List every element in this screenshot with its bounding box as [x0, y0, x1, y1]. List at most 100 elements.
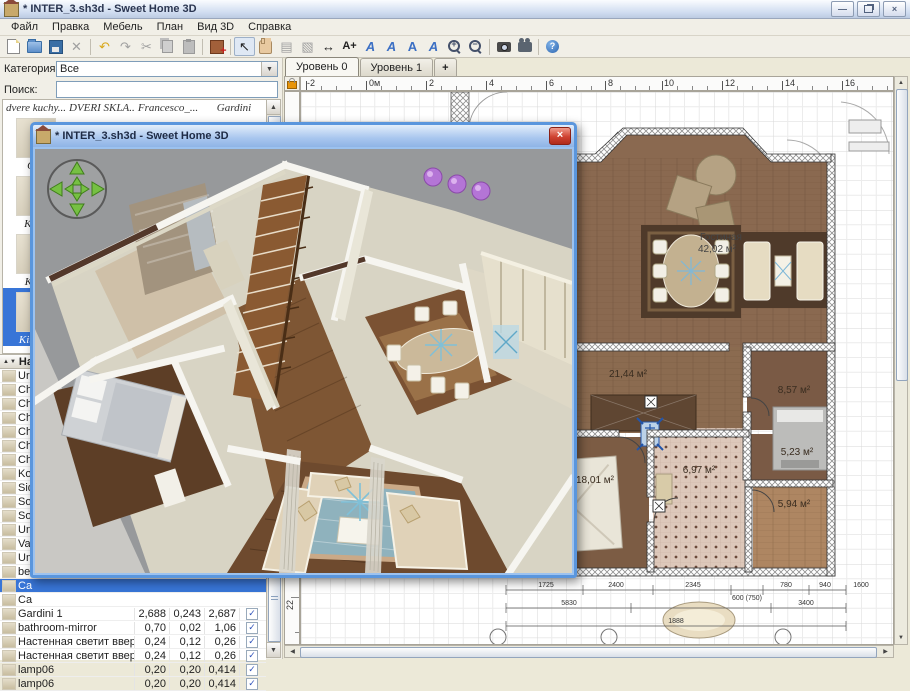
- new-file-button[interactable]: [3, 37, 24, 56]
- zoom-in-button[interactable]: +: [444, 37, 465, 56]
- furniture-mini-icon: [2, 468, 16, 480]
- menu-furniture[interactable]: Мебель: [96, 19, 149, 35]
- lock-icon: [287, 81, 297, 89]
- furniture-mini-icon: [2, 398, 16, 410]
- scroll-right-icon[interactable]: ▶: [879, 647, 892, 656]
- catalog-item-label[interactable]: dvere kuchy...: [3, 102, 69, 114]
- visible-checkbox[interactable]: ✓: [246, 608, 258, 620]
- add-furniture-button[interactable]: [206, 37, 227, 56]
- catalog-item-label[interactable]: Gardini: [201, 102, 267, 114]
- select-tool-button[interactable]: ↖: [234, 37, 255, 56]
- furniture-row[interactable]: Настенная светит вверх0,240,120,26✓: [0, 649, 266, 663]
- menu-bar: Файл Правка Мебель План Вид 3D Справка: [0, 19, 910, 36]
- plan-vertical-scrollbar[interactable]: ▲ ▼: [894, 76, 908, 645]
- plan-horizontal-scrollbar[interactable]: ◀ ▶: [284, 645, 894, 658]
- copy-icon: [162, 40, 173, 53]
- furniture-row[interactable]: lamp060,200,200,414✓: [0, 663, 266, 677]
- application-window: { "window": { "title": "* INTER_3.sh3d -…: [0, 0, 910, 659]
- menu-help[interactable]: Справка: [241, 19, 298, 35]
- dimension-label: 3400: [798, 600, 814, 607]
- furniture-mini-icon: [2, 524, 16, 536]
- combo-arrow-icon[interactable]: ▼: [261, 62, 277, 76]
- menu-plan[interactable]: План: [150, 19, 191, 35]
- add-level-tab[interactable]: +: [434, 58, 456, 76]
- toolbar-separator: [489, 39, 490, 55]
- visible-checkbox[interactable]: ✓: [246, 678, 258, 690]
- furniture-row[interactable]: bathroom-mirror0,700,021,06✓: [0, 621, 266, 635]
- close-button[interactable]: ×: [883, 1, 906, 17]
- undo-button[interactable]: ↶: [94, 37, 115, 56]
- scroll-up-icon[interactable]: ▲: [267, 100, 280, 115]
- room-area: 18,01 м²: [576, 475, 615, 486]
- furniture-row[interactable]: Gardini 12,6880,2432,687✓: [0, 607, 266, 621]
- furniture-row[interactable]: Ca: [0, 593, 266, 607]
- title-bar[interactable]: * INTER_3.sh3d - Sweet Home 3D — ×: [0, 0, 910, 19]
- room-label-living: Гостиная: [700, 232, 742, 243]
- create-rooms-button[interactable]: ▧: [297, 37, 318, 56]
- viewer3d-app-icon: [36, 129, 51, 144]
- text-style-button-3[interactable]: A: [402, 37, 423, 56]
- create-walls-button[interactable]: ▤: [276, 37, 297, 56]
- cut-button[interactable]: ✂: [136, 37, 157, 56]
- dimension-label: 2400: [608, 582, 624, 589]
- text-style-button-2[interactable]: A: [381, 37, 402, 56]
- menu-edit[interactable]: Правка: [45, 19, 96, 35]
- save-button[interactable]: [45, 37, 66, 56]
- open-folder-icon: [27, 41, 42, 53]
- restore-button[interactable]: [857, 1, 880, 17]
- visible-checkbox[interactable]: ✓: [246, 636, 258, 648]
- sort-icons[interactable]: ▲▼: [3, 359, 17, 365]
- menu-file[interactable]: Файл: [4, 19, 45, 35]
- furniture-mini-icon: [2, 650, 16, 662]
- scroll-down-icon[interactable]: ▼: [267, 642, 280, 657]
- menu-3dview[interactable]: Вид 3D: [190, 19, 241, 35]
- help-button[interactable]: ?: [542, 37, 563, 56]
- open-button[interactable]: [24, 37, 45, 56]
- furniture-row[interactable]: Настенная светит вверх0,240,120,26✓: [0, 635, 266, 649]
- create-dimensions-button[interactable]: ↔: [318, 37, 339, 56]
- minimize-button[interactable]: —: [831, 1, 854, 17]
- pan-hand-icon: [259, 40, 272, 54]
- text-style-button-1[interactable]: A: [360, 37, 381, 56]
- furniture-mini-icon: [2, 552, 16, 564]
- catalog-item-label[interactable]: DVERI SKLA...: [69, 102, 135, 114]
- copy-button[interactable]: [157, 37, 178, 56]
- catalog-item-label[interactable]: Francesco_...: [135, 102, 201, 114]
- tab-level-1[interactable]: Уровень 1: [360, 58, 434, 76]
- create-video-button[interactable]: [514, 37, 535, 56]
- plan-vscroll-thumb[interactable]: [896, 89, 908, 381]
- text-style-button-4[interactable]: A: [423, 37, 444, 56]
- viewer3d-window[interactable]: * INTER_3.sh3d - Sweet Home 3D ×: [30, 122, 577, 578]
- plan-hscroll-thumb[interactable]: [300, 647, 877, 658]
- furniture-row-selected[interactable]: Ca: [0, 579, 266, 593]
- category-combobox[interactable]: Все ▼: [56, 61, 278, 77]
- viewer3d-title-bar[interactable]: * INTER_3.sh3d - Sweet Home 3D ×: [33, 125, 574, 147]
- visible-checkbox[interactable]: ✓: [246, 664, 258, 676]
- toolbar: ✕ ↶ ↷ ✂ ↖ ▤ ▧ ↔ A+ A A A A + − ?: [0, 36, 910, 58]
- scroll-left-icon[interactable]: ◀: [286, 647, 299, 656]
- scroll-down-icon[interactable]: ▼: [896, 632, 906, 644]
- preferences-button[interactable]: ✕: [66, 37, 87, 56]
- scroll-up-icon[interactable]: ▲: [896, 77, 906, 89]
- redo-button[interactable]: ↷: [115, 37, 136, 56]
- viewer3d-title: * INTER_3.sh3d - Sweet Home 3D: [55, 130, 545, 142]
- furniture-mini-icon: [2, 440, 16, 452]
- add-text-button[interactable]: A+: [339, 37, 360, 56]
- furniture-mini-icon: [2, 664, 16, 676]
- room-area: 6,97 м²: [683, 465, 716, 476]
- viewer3d-close-button[interactable]: ×: [549, 127, 571, 145]
- dimension-label: 780: [780, 582, 792, 589]
- create-photo-button[interactable]: [493, 37, 514, 56]
- visible-checkbox[interactable]: ✓: [246, 622, 258, 634]
- toolbar-separator: [202, 39, 203, 55]
- pan-tool-button[interactable]: [255, 37, 276, 56]
- search-input[interactable]: [56, 81, 278, 98]
- furniture-row[interactable]: lamp060,200,200,414✓: [0, 677, 266, 691]
- paste-button[interactable]: [178, 37, 199, 56]
- room-area: 5,23 м²: [781, 447, 814, 458]
- zoom-out-button[interactable]: −: [465, 37, 486, 56]
- visible-checkbox[interactable]: ✓: [246, 650, 258, 662]
- viewer3d-canvas[interactable]: [33, 147, 574, 575]
- tools-icon: ✕: [71, 40, 82, 53]
- tab-level-0[interactable]: Уровень 0: [285, 57, 359, 76]
